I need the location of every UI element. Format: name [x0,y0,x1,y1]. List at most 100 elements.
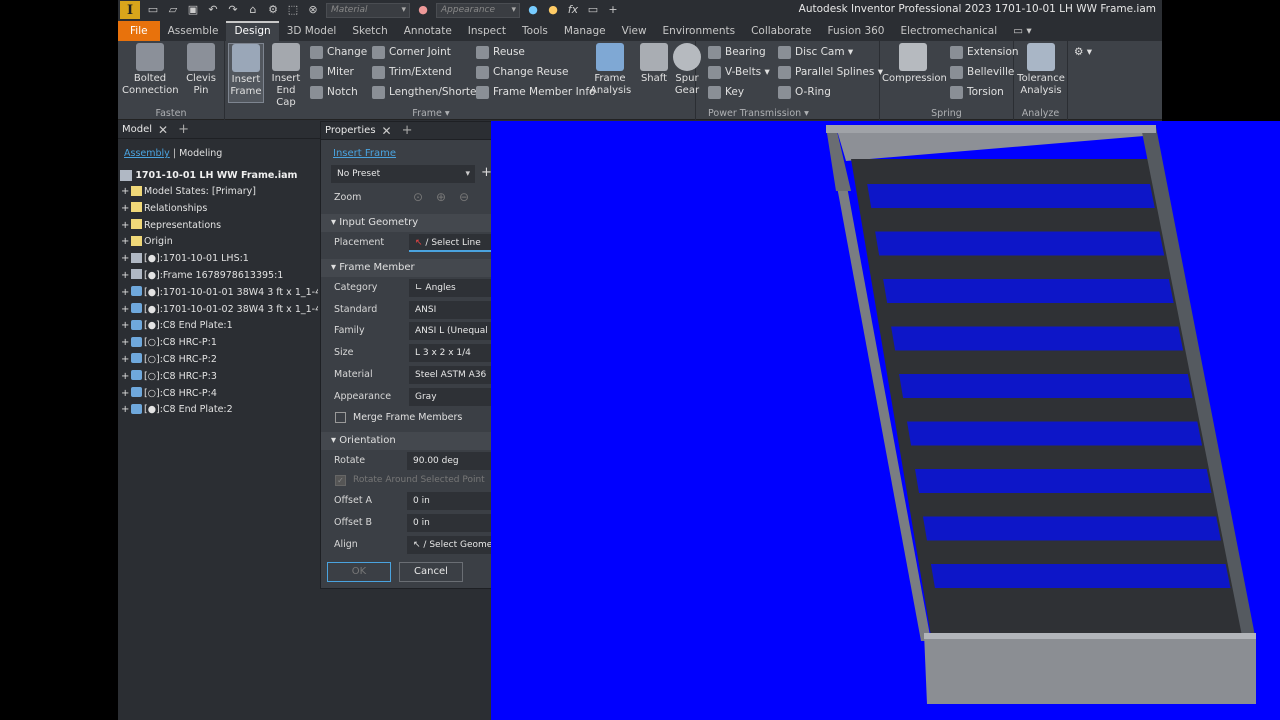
expand-icon[interactable]: + [121,184,129,201]
tree-item[interactable]: + [●]:1701-10-01 LHS:1 [118,251,318,268]
miter-button[interactable]: Miter [310,63,354,81]
corner-joint-button[interactable]: Corner Joint [372,43,451,61]
color-override-icon[interactable]: ● [526,3,540,17]
add-panel-icon[interactable]: + [178,122,189,137]
expand-icon[interactable]: + [121,268,129,285]
rotate-around-checkbox[interactable]: ✓ [335,475,346,486]
tab-view[interactable]: View [614,21,655,41]
expand-icon[interactable]: + [121,318,129,335]
tab-environments[interactable]: Environments [655,21,744,41]
insert-frame-button[interactable]: Insert Frame [228,43,264,103]
tab-tools[interactable]: Tools [514,21,556,41]
tab-sketch[interactable]: Sketch [344,21,395,41]
appearance-icon[interactable]: ● [416,3,430,17]
update-icon[interactable]: ⚙ [266,3,280,17]
tab-properties[interactable]: Properties ✕ [321,124,396,138]
change-button[interactable]: Change [310,43,367,61]
preset-dropdown[interactable]: No Preset [331,165,475,183]
appearance-dropdown[interactable]: Appearance [436,2,520,18]
extension-button[interactable]: Extension [950,43,1019,61]
tab-model[interactable]: Model ✕ [118,123,172,137]
ibox-icon[interactable]: ▭ [586,3,600,17]
tab-electromechanical[interactable]: Electromechanical [892,21,1005,41]
tree-item[interactable]: + [●]:C8 End Plate:2 [118,402,318,419]
mode-modeling[interactable]: Modeling [179,148,222,159]
expand-icon[interactable]: + [121,251,129,268]
bolted-connection-button[interactable]: Bolted Connection [122,43,179,97]
clevis-pin-button[interactable]: Clevis Pin [182,43,220,97]
ok-button[interactable]: OK [327,562,391,582]
undo-icon[interactable]: ↶ [206,3,220,17]
tree-item[interactable]: + [○]:C8 HRC-P:4 [118,386,318,403]
close-icon[interactable]: ✕ [158,123,168,137]
ribbon-options-button[interactable]: ⚙ ▾ [1074,43,1092,61]
tab-annotate[interactable]: Annotate [396,21,460,41]
home-icon[interactable]: ⌂ [246,3,260,17]
graphics-viewport[interactable] [491,121,1280,720]
inventor-logo[interactable]: I [120,1,140,19]
expand-icon[interactable]: + [121,402,129,419]
new-file-icon[interactable]: ▭ [146,3,160,17]
reuse-button[interactable]: Reuse [476,43,525,61]
tree-root[interactable]: 1701-10-01 LH WW Frame.iam [120,170,297,181]
oring-button[interactable]: O-Ring [778,83,831,101]
expand-icon[interactable]: + [121,218,129,235]
save-icon[interactable]: ▣ [186,3,200,17]
disc-cam-button[interactable]: Disc Cam ▾ [778,43,853,61]
expand-icon[interactable]: + [121,335,129,352]
customize-icon[interactable]: + [606,3,620,17]
tab-design[interactable]: Design [226,21,279,41]
tab-collaborate[interactable]: Collaborate [743,21,819,41]
redo-icon[interactable]: ↷ [226,3,240,17]
zoom-out-icon[interactable]: ⊖ [459,190,469,204]
tree-item[interactable]: + Origin [118,234,318,251]
tree-item[interactable]: + Relationships [118,201,318,218]
placement-select[interactable]: ↖ / Select Line [409,234,493,252]
change-reuse-button[interactable]: Change Reuse [476,63,568,81]
tree-item[interactable]: + [○]:C8 HRC-P:2 [118,352,318,369]
tab-manage[interactable]: Manage [556,21,614,41]
merge-checkbox[interactable] [335,412,346,423]
expand-icon[interactable]: + [121,285,129,302]
tab-fusion-360[interactable]: Fusion 360 [820,21,893,41]
tab-assemble[interactable]: Assemble [160,21,227,41]
tree-item[interactable]: + Representations [118,218,318,235]
clear-appearance-icon[interactable]: ● [546,3,560,17]
tab-inspect[interactable]: Inspect [460,21,514,41]
cancel-icon[interactable]: ⊗ [306,3,320,17]
insert-end-cap-button[interactable]: Insert End Cap [266,43,306,109]
select-icon[interactable]: ⬚ [286,3,300,17]
tree-item[interactable]: + [●]:1701-10-01-01 38W4 3 ft x 1_1-4 x 3… [118,285,318,302]
expand-icon[interactable]: + [121,352,129,369]
add-panel-icon[interactable]: + [402,123,413,138]
belleville-button[interactable]: Belleville [950,63,1014,81]
lengthen-shorten-button[interactable]: Lengthen/Shorten [372,83,483,101]
expand-icon[interactable]: + [121,234,129,251]
vbelts-button[interactable]: V-Belts ▾ [708,63,770,81]
key-button[interactable]: Key [708,83,744,101]
close-icon[interactable]: ✕ [382,124,392,138]
tree-item[interactable]: + [○]:C8 HRC-P:3 [118,369,318,386]
expand-icon[interactable]: + [121,302,129,319]
ribbon-extras-icon[interactable]: ▭ ▾ [1005,21,1040,41]
tree-item[interactable]: + [●]:C8 End Plate:1 [118,318,318,335]
mode-assembly[interactable]: Assembly [124,148,170,159]
tab-3d-model[interactable]: 3D Model [279,21,345,41]
parameters-fx-icon[interactable]: fx [566,3,580,17]
tree-item[interactable]: + [○]:C8 HRC-P:1 [118,335,318,352]
open-folder-icon[interactable]: ▱ [166,3,180,17]
notch-button[interactable]: Notch [310,83,358,101]
tree-item[interactable]: + Model States: [Primary] [118,184,318,201]
compression-button[interactable]: Compression [882,43,947,85]
frame-member-info-button[interactable]: Frame Member Info [476,83,595,101]
expand-icon[interactable]: + [121,201,129,218]
zoom-fit-icon[interactable]: ⊙ [413,190,423,204]
tree-item[interactable]: + [●]:1701-10-01-02 38W4 3 ft x 1_1-4 x 3… [118,302,318,319]
bearing-button[interactable]: Bearing [708,43,766,61]
cancel-button[interactable]: Cancel [399,562,463,582]
tolerance-analysis-button[interactable]: Tolerance Analysis [1016,43,1066,97]
tree-item[interactable]: + [●]:Frame 1678978613395:1 [118,268,318,285]
parallel-splines-button[interactable]: Parallel Splines ▾ [778,63,883,81]
frame-analysis-button[interactable]: Frame Analysis [590,43,631,97]
expand-icon[interactable]: + [121,386,129,403]
